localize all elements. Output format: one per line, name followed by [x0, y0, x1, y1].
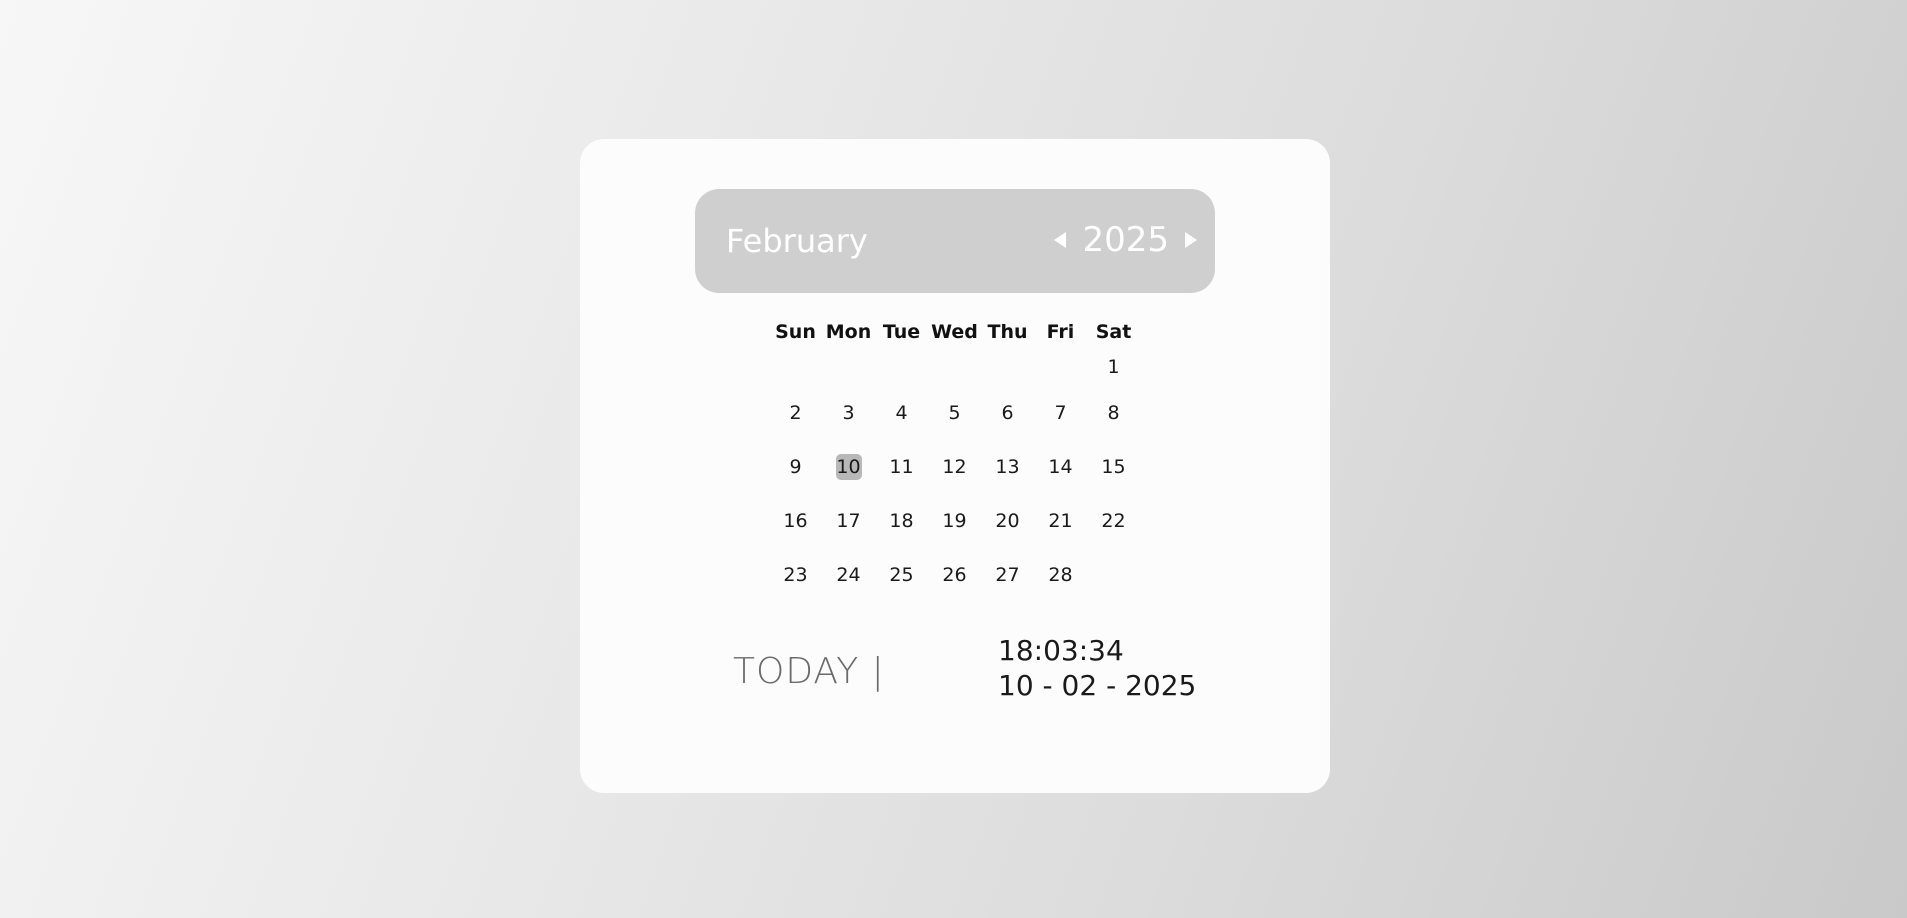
- day-cell[interactable]: 17: [836, 508, 862, 534]
- week-row: 1: [769, 348, 1140, 386]
- day-cell[interactable]: 8: [1101, 400, 1127, 426]
- weekday-header-row: Sun Mon Tue Wed Thu Fri Sat: [769, 316, 1140, 348]
- calendar-grid: Sun Mon Tue Wed Thu Fri Sat 1 2 3 4 5 6 …: [769, 316, 1140, 602]
- current-time: 18:03:34: [998, 634, 1124, 667]
- month-label: February: [726, 222, 868, 260]
- day-cell[interactable]: 14: [1048, 454, 1074, 480]
- weekday-sun: Sun: [775, 321, 816, 343]
- empty-day-cell: [995, 354, 1021, 380]
- empty-day-cell: [889, 354, 915, 380]
- day-cell[interactable]: 13: [995, 454, 1021, 480]
- empty-day-cell: [836, 354, 862, 380]
- empty-day-cell: [783, 354, 809, 380]
- day-cell[interactable]: 24: [836, 562, 862, 588]
- weekday-thu: Thu: [987, 321, 1028, 343]
- year-label: 2025: [1082, 220, 1169, 260]
- day-cell[interactable]: 12: [942, 454, 968, 480]
- day-cell[interactable]: 25: [889, 562, 915, 588]
- weekday-mon: Mon: [825, 321, 872, 343]
- day-cell[interactable]: 16: [783, 508, 809, 534]
- weekday-fri: Fri: [1046, 321, 1075, 343]
- day-cell[interactable]: 7: [1048, 400, 1074, 426]
- day-cell[interactable]: 5: [942, 400, 968, 426]
- day-cell[interactable]: 11: [889, 454, 915, 480]
- day-cell[interactable]: 28: [1048, 562, 1074, 588]
- year-navigation: 2025: [1054, 219, 1197, 261]
- day-cell[interactable]: 1: [1101, 354, 1127, 380]
- week-row: 23 24 25 26 27 28: [769, 548, 1140, 602]
- week-row: 16 17 18 19 20 21 22: [769, 494, 1140, 548]
- next-year-icon[interactable]: [1185, 232, 1197, 248]
- day-cell[interactable]: 3: [836, 400, 862, 426]
- empty-day-cell: [1048, 354, 1074, 380]
- day-cell[interactable]: 26: [942, 562, 968, 588]
- current-datetime: 18:03:34 10 - 02 - 2025: [998, 633, 1196, 703]
- calendar-card: February 2025 Sun Mon Tue Wed Thu Fri Sa…: [580, 139, 1330, 793]
- week-row: 9 10 11 12 13 14 15: [769, 440, 1140, 494]
- day-cell[interactable]: 22: [1101, 508, 1127, 534]
- day-cell[interactable]: 27: [995, 562, 1021, 588]
- day-cell[interactable]: 23: [783, 562, 809, 588]
- day-cell[interactable]: 20: [995, 508, 1021, 534]
- empty-day-cell: [1101, 562, 1127, 588]
- day-cell[interactable]: 18: [889, 508, 915, 534]
- day-cell[interactable]: 4: [889, 400, 915, 426]
- previous-year-icon[interactable]: [1054, 232, 1067, 248]
- empty-day-cell: [942, 354, 968, 380]
- weekday-wed: Wed: [931, 321, 978, 343]
- current-date: 10 - 02 - 2025: [998, 669, 1197, 702]
- weekday-sat: Sat: [1095, 321, 1132, 343]
- day-cell-selected[interactable]: 10: [835, 454, 862, 480]
- week-row: 2 3 4 5 6 7 8: [769, 386, 1140, 440]
- calendar-header: February 2025: [695, 189, 1215, 293]
- day-cell[interactable]: 15: [1101, 454, 1127, 480]
- day-cell[interactable]: 21: [1048, 508, 1074, 534]
- day-cell[interactable]: 6: [995, 400, 1021, 426]
- weekday-tue: Tue: [882, 321, 921, 343]
- day-cell[interactable]: 2: [783, 400, 809, 426]
- day-cell[interactable]: 9: [783, 454, 809, 480]
- day-cell[interactable]: 19: [942, 508, 968, 534]
- today-label: TODAY |: [733, 651, 885, 692]
